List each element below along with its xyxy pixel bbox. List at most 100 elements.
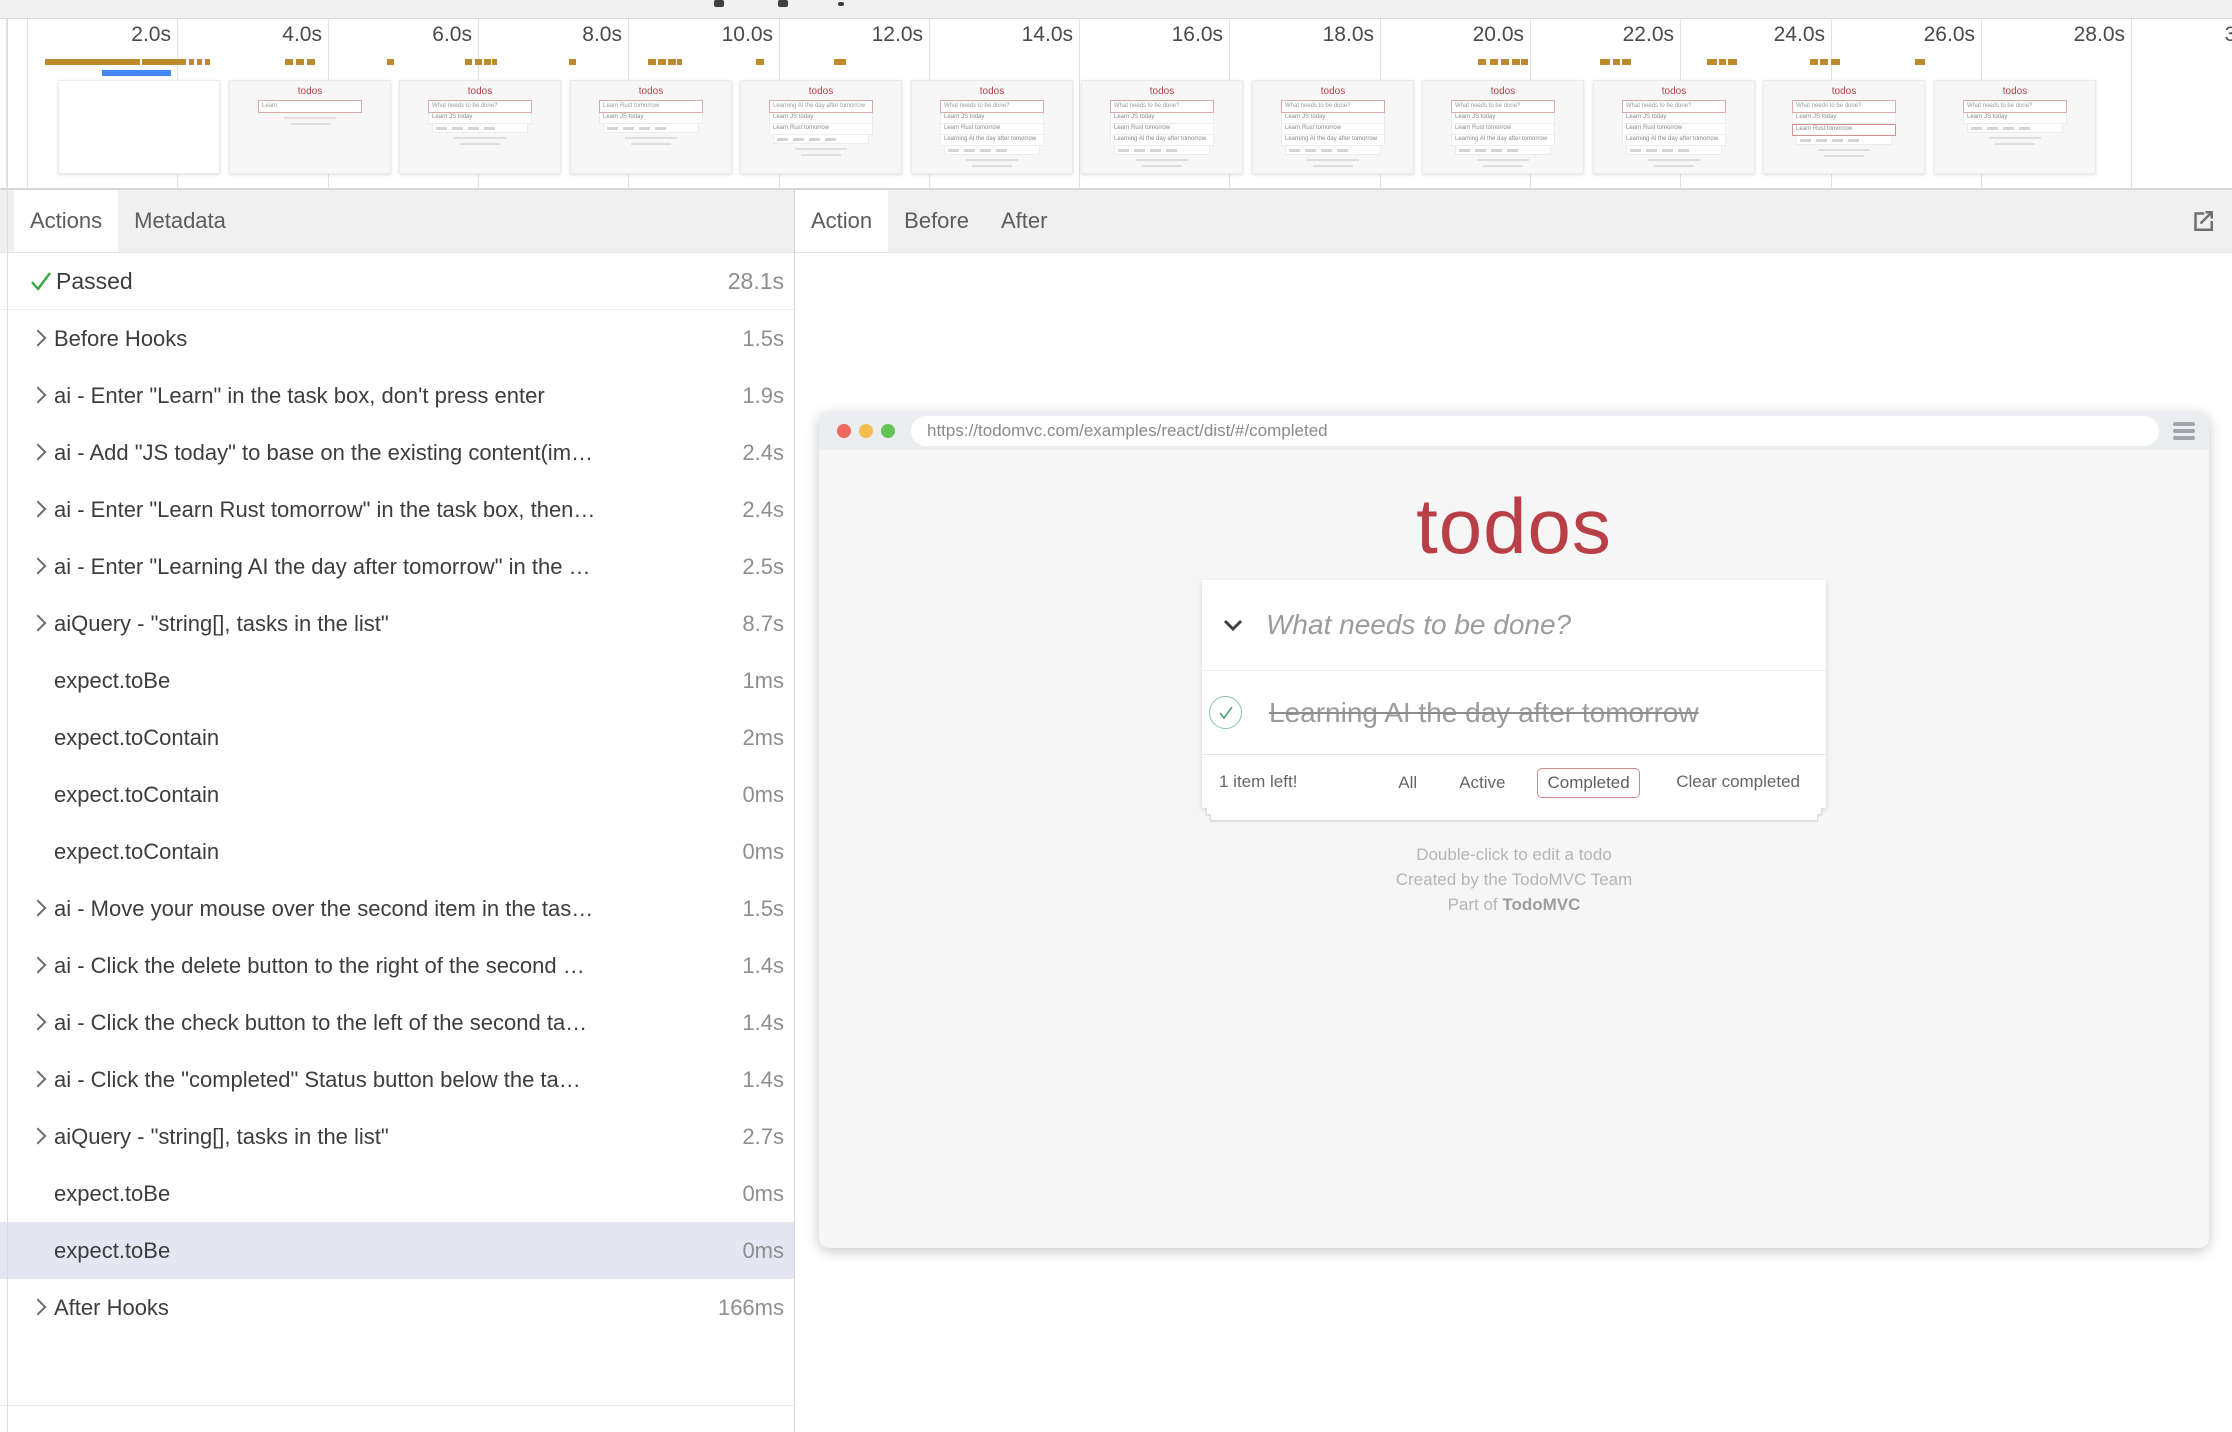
action-time-tick	[296, 59, 304, 65]
action-label: ai - Move your mouse over the second ite…	[54, 896, 593, 922]
window-left-edge	[7, 18, 8, 1432]
open-snapshot-external-button[interactable]	[2188, 190, 2232, 252]
expand-chevron-icon[interactable]	[28, 899, 54, 919]
filmstrip-thumbnail[interactable]: todosLearning AI the day after tomorrowL…	[740, 80, 902, 174]
main-panels: ActionsMetadata Passed 28.1s Before Hook…	[0, 190, 2232, 1432]
action-time-tick	[1600, 59, 1610, 65]
filmstrip-thumbnail[interactable]: todosLearn Rust tomorrowLearn JS today	[570, 80, 732, 174]
action-duration: 1.4s	[732, 953, 784, 979]
expand-chevron-icon[interactable]	[28, 500, 54, 520]
filmstrip-thumbnail[interactable]: todosWhat needs to be done?Learn JS toda…	[1763, 80, 1925, 174]
timeline-time-label: 30.0s	[2225, 23, 2232, 47]
action-row[interactable]: expect.toContain0ms	[0, 823, 794, 880]
filmstrip-thumbnail[interactable]: todosWhat needs to be done?Learn JS toda…	[1593, 80, 1755, 174]
expand-chevron-icon[interactable]	[28, 1013, 54, 1033]
action-time-tick	[648, 59, 656, 65]
tab-action[interactable]: Action	[795, 190, 888, 252]
timeline-time-label: 12.0s	[872, 23, 923, 47]
playwright-trace-viewer: 2.0s4.0s6.0s8.0s10.0s12.0s14.0s16.0s18.0…	[0, 0, 2232, 1432]
action-row[interactable]: expect.toBe 0ms	[0, 1222, 794, 1279]
action-row[interactable]: ai - Click the check button to the left …	[0, 994, 794, 1051]
todo-item-text: Learning AI the day after tomorrow	[1269, 697, 1699, 729]
filmstrip-thumbnail[interactable]: todosWhat needs to be done?Learn JS toda…	[911, 80, 1073, 174]
action-time-tick	[1728, 59, 1737, 65]
expand-chevron-icon[interactable]	[28, 1127, 54, 1147]
action-row[interactable]: aiQuery - "string[], tasks in the list"2…	[0, 1108, 794, 1165]
filmstrip-thumbnail[interactable]: todosWhat needs to be done?Learn JS toda…	[1081, 80, 1243, 174]
expand-chevron-icon[interactable]	[28, 557, 54, 577]
chevron-spacer	[28, 785, 54, 805]
expand-chevron-icon[interactable]	[28, 1070, 54, 1090]
action-row[interactable]: expect.toContain0ms	[0, 766, 794, 823]
window-title-strip	[0, 0, 2232, 19]
filmstrip-thumbnail[interactable]: todosWhat needs to be done?Learn JS toda…	[1422, 80, 1584, 174]
expand-chevron-icon[interactable]	[28, 614, 54, 634]
todo-toggle-check-icon	[1209, 696, 1242, 729]
action-label: expect.toBe	[54, 668, 170, 694]
timeline-time-label: 20.0s	[1473, 23, 1524, 47]
info-line: Double-click to edit a todo	[1202, 842, 1826, 867]
expand-chevron-icon[interactable]	[28, 1298, 54, 1318]
action-row[interactable]: ai - Enter "Learning AI the day after to…	[0, 538, 794, 595]
action-row[interactable]: ai - Click the "completed" Status button…	[0, 1051, 794, 1108]
action-duration: 1.9s	[732, 383, 784, 409]
filmstrip-thumbnail[interactable]: todosWhat needs to be done?Learn JS toda…	[1934, 80, 2096, 174]
action-duration: 1.5s	[732, 896, 784, 922]
filmstrip-thumbnail[interactable]: todosWhat needs to be done?Learn JS toda…	[399, 80, 561, 174]
expand-chevron-icon[interactable]	[28, 386, 54, 406]
browser-snapshot-window: https://todomvc.com/examples/react/dist/…	[819, 412, 2209, 1248]
action-time-tick	[1521, 59, 1528, 65]
action-time-tick	[1501, 59, 1509, 65]
action-row[interactable]: expect.toContain2ms	[0, 709, 794, 766]
action-time-tick	[1512, 59, 1520, 65]
action-duration: 2.4s	[732, 440, 784, 466]
action-time-tick	[1490, 59, 1498, 65]
todo-card: What needs to be done? Learning AI the d…	[1202, 580, 1826, 808]
action-duration: 0ms	[732, 1238, 784, 1264]
action-row[interactable]: expect.toBe1ms	[0, 652, 794, 709]
expand-chevron-icon[interactable]	[28, 329, 54, 349]
expand-chevron-icon[interactable]	[28, 443, 54, 463]
action-row[interactable]: ai - Move your mouse over the second ite…	[0, 880, 794, 937]
action-duration: 2.4s	[732, 497, 784, 523]
filmstrip-thumbnail[interactable]: todosWhat needs to be done?Learn JS toda…	[1252, 80, 1414, 174]
expand-chevron-icon[interactable]	[28, 956, 54, 976]
action-time-tick	[484, 59, 491, 65]
action-label: expect.toContain	[54, 782, 219, 808]
chevron-spacer	[28, 1241, 54, 1261]
action-label: expect.toBe	[54, 1238, 170, 1264]
action-label: Before Hooks	[54, 326, 187, 352]
action-time-tick	[1478, 59, 1486, 65]
tab-after[interactable]: After	[985, 190, 1063, 252]
minimize-light-icon	[859, 424, 873, 438]
close-light-icon	[837, 424, 851, 438]
action-time-tick	[492, 59, 497, 65]
action-row[interactable]: After Hooks166ms	[0, 1279, 794, 1336]
action-label: ai - Click the check button to the left …	[54, 1010, 587, 1036]
action-time-tick	[1831, 59, 1840, 65]
filter-active: Active	[1449, 768, 1515, 798]
timeline-gridline	[2131, 19, 2132, 188]
action-row[interactable]: ai - Add "JS today" to base on the exist…	[0, 424, 794, 481]
timeline-time-label: 22.0s	[1623, 23, 1674, 47]
chevron-spacer	[28, 1184, 54, 1204]
action-label: ai - Click the "completed" Status button…	[54, 1067, 581, 1093]
action-row[interactable]: ai - Enter "Learn" in the task box, don'…	[0, 367, 794, 424]
action-row[interactable]: ai - Click the delete button to the righ…	[0, 937, 794, 994]
action-time-tick	[677, 59, 682, 65]
clipped-window-title-fragment	[838, 2, 844, 6]
filmstrip-thumbnail[interactable]: todosLearn	[229, 80, 391, 174]
tab-before[interactable]: Before	[888, 190, 985, 252]
tab-metadata[interactable]: Metadata	[118, 190, 242, 252]
tab-actions[interactable]: Actions	[14, 190, 118, 252]
filmstrip-thumbnail[interactable]	[58, 80, 220, 174]
timeline[interactable]: 2.0s4.0s6.0s8.0s10.0s12.0s14.0s16.0s18.0…	[0, 19, 2232, 190]
clipped-window-title-fragment	[714, 0, 724, 7]
action-row[interactable]: aiQuery - "string[], tasks in the list"8…	[0, 595, 794, 652]
action-row[interactable]: expect.toBe0ms	[0, 1165, 794, 1222]
action-row[interactable]: ai - Enter "Learn Rust tomorrow" in the …	[0, 481, 794, 538]
test-status-row[interactable]: Passed 28.1s	[0, 253, 794, 310]
timeline-time-label: 18.0s	[1323, 23, 1374, 47]
selected-range-bar	[102, 70, 171, 76]
action-row[interactable]: Before Hooks1.5s	[0, 310, 794, 367]
